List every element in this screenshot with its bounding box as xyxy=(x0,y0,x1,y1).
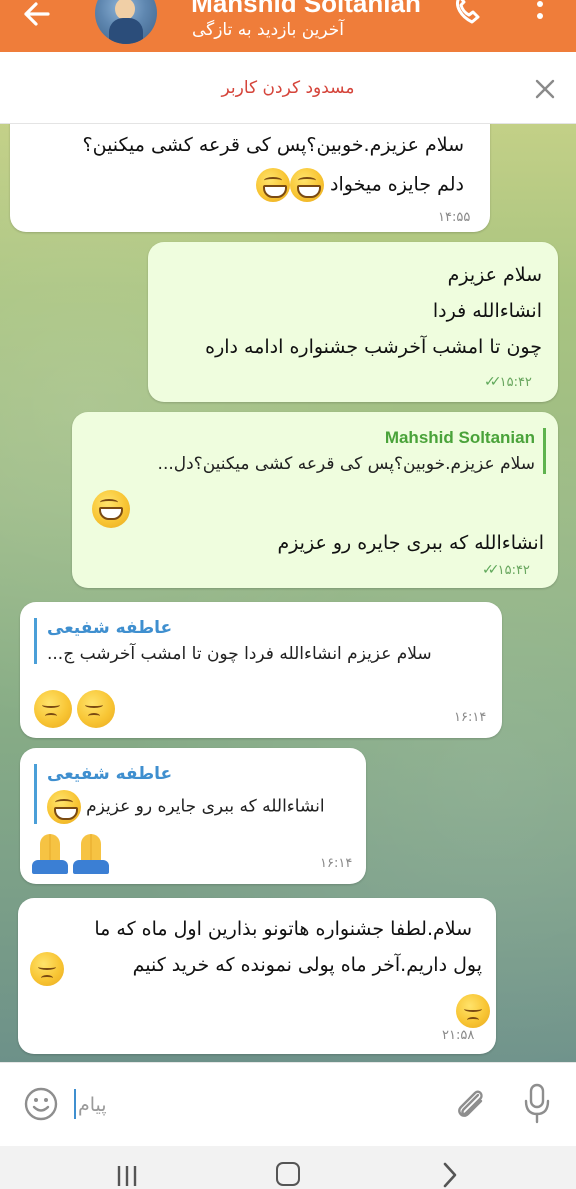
message-time: ۱۶:۱۴ xyxy=(320,856,353,871)
message-text: انشاءالله فردا xyxy=(432,300,542,322)
reply-sender: عاطفه شفیعی xyxy=(47,764,173,784)
close-icon xyxy=(535,79,555,99)
chat-header: Mahshid Soltanian آخرین بازدید به تازگی xyxy=(0,0,576,52)
message-incoming[interactable]: سلام عزیزم.خوبین؟پس کی قرعه کشی میکنین؟ … xyxy=(10,124,490,232)
emoji-row xyxy=(32,834,110,874)
message-incoming-reply[interactable]: عاطفه شفیعی انشاءالله که ببری جایره رو ع… xyxy=(20,748,366,884)
emoji-row xyxy=(34,690,116,728)
reply-emoji xyxy=(92,490,130,528)
paperclip-icon xyxy=(458,1090,483,1117)
reply-preview[interactable]: عاطفه شفیعی سلام عزیزم انشاءالله فردا چو… xyxy=(34,618,494,664)
pensive-face-icon xyxy=(34,690,72,728)
message-text: چون تا امشب آخرشب جشنواره ادامه داره xyxy=(205,336,542,358)
smiley-icon xyxy=(24,1087,58,1121)
message-time: ۱۶:۱۴ xyxy=(454,710,487,725)
reply-sender: Mahshid Soltanian xyxy=(384,428,535,447)
double-check-icon: ✓✓ xyxy=(484,374,502,390)
chevron-right-icon xyxy=(443,1162,457,1188)
grinning-face-icon xyxy=(92,490,130,528)
grinning-face-icon xyxy=(255,168,290,202)
message-outgoing[interactable]: سلام عزیزم انشاءالله فردا چون تا امشب آخ… xyxy=(148,242,558,402)
message-incoming-reply[interactable]: عاطفه شفیعی سلام عزیزم انشاءالله فردا چو… xyxy=(20,602,502,738)
system-nav-bar xyxy=(0,1146,576,1189)
message-time: ✓✓ ۱۵:۴۲ xyxy=(482,562,530,578)
message-text: انشاءالله که ببری جایره رو عزیزم xyxy=(277,532,544,554)
phone-icon xyxy=(456,0,480,24)
close-bar-button[interactable] xyxy=(532,76,558,102)
reply-content: انشاءالله که ببری جایره رو عزیزم xyxy=(47,790,354,824)
reply-text: سلام عزیزم.خوبین؟پس کی قرعه کشی میکنین؟د… xyxy=(157,454,535,474)
emoji-inline xyxy=(30,952,64,986)
arrow-left-icon xyxy=(24,2,50,26)
message-time: ۱۴:۵۵ xyxy=(438,210,471,225)
voice-record-button[interactable] xyxy=(522,1083,552,1125)
attach-button[interactable] xyxy=(452,1085,488,1123)
last-seen-status: آخرین بازدید به تازگی xyxy=(191,20,345,40)
more-vertical-icon xyxy=(537,1,543,19)
folded-hands-icon xyxy=(32,834,68,874)
recent-apps-button[interactable] xyxy=(115,1164,139,1186)
block-user-button[interactable]: مسدود کردن کاربر xyxy=(0,78,576,98)
more-menu-button[interactable] xyxy=(528,0,552,26)
message-text: دلم جایزه میخواد xyxy=(255,168,464,202)
back-button[interactable] xyxy=(18,0,58,30)
message-time: ۲۱:۵۸ xyxy=(442,1028,475,1043)
composer-bar xyxy=(0,1062,576,1146)
grinning-face-icon xyxy=(289,168,324,202)
folded-hands-icon xyxy=(73,834,110,874)
reply-sender: عاطفه شفیعی xyxy=(47,618,173,638)
reply-text: سلام عزیزم انشاءالله فردا چون تا امشب آخ… xyxy=(47,644,432,664)
message-input[interactable] xyxy=(78,1091,258,1119)
grinning-face-icon xyxy=(47,790,81,824)
call-button[interactable] xyxy=(452,0,484,26)
reply-text: انشاءالله که ببری جایره رو عزیزم xyxy=(86,796,325,817)
block-user-bar: مسدود کردن کاربر xyxy=(0,52,576,124)
message-text: سلام عزیزم xyxy=(447,264,542,286)
message-text: پول داریم.آخر ماه پولی نمونده که خرید کن… xyxy=(132,954,482,976)
chat-area[interactable]: سلام عزیزم.خوبین؟پس کی قرعه کشی میکنین؟ … xyxy=(0,124,576,1062)
reply-preview[interactable]: Mahshid Soltanian سلام عزیزم.خوبین؟پس کی… xyxy=(90,428,546,474)
double-check-icon: ✓✓ xyxy=(482,562,500,578)
emoji-row xyxy=(456,994,490,1028)
avatar[interactable] xyxy=(95,0,157,44)
contact-name[interactable]: Mahshid Soltanian xyxy=(176,0,436,19)
recent-apps-icon xyxy=(117,1166,137,1186)
nav-back-button[interactable] xyxy=(440,1162,460,1188)
pensive-face-icon xyxy=(77,690,116,728)
message-text: سلام عزیزم.خوبین؟پس کی قرعه کشی میکنین؟ xyxy=(82,134,464,156)
home-icon[interactable] xyxy=(276,1162,300,1186)
microphone-icon xyxy=(524,1083,550,1124)
message-outgoing-reply[interactable]: Mahshid Soltanian سلام عزیزم.خوبین؟پس کی… xyxy=(72,412,558,588)
message-time: ✓✓ ۱۵:۴۲ xyxy=(484,374,532,390)
reply-preview[interactable]: عاطفه شفیعی انشاءالله که ببری جایره رو ع… xyxy=(34,764,354,824)
emoji-button[interactable] xyxy=(24,1087,58,1121)
pensive-face-icon xyxy=(456,994,490,1028)
message-text: سلام.لطفا جشنواره هاتونو بذارین اول ماه … xyxy=(94,918,472,940)
message-incoming[interactable]: سلام.لطفا جشنواره هاتونو بذارین اول ماه … xyxy=(18,898,496,1054)
text-cursor xyxy=(74,1089,76,1119)
pensive-face-icon xyxy=(30,952,64,986)
